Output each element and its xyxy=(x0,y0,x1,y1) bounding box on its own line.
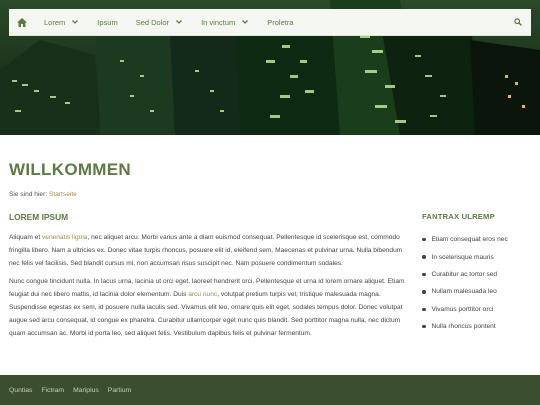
page-title: WILLKOMMEN xyxy=(9,160,131,179)
footer-link-fictram[interactable]: Fictram xyxy=(41,387,64,394)
sidebar-item-label: Nulla rhoncus pontent xyxy=(431,323,496,331)
sidebar-list-item[interactable]: In scelerisque mauris xyxy=(422,248,534,265)
footer-link-quntias[interactable]: Quntias xyxy=(9,387,32,394)
nav-item-label: Sed Dolor xyxy=(135,17,170,27)
paragraph-2: Nunc congue tincidunt nulla. In lacus ur… xyxy=(9,276,405,340)
bullet-icon xyxy=(422,324,426,329)
sidebar-item-label: In scelerisque mauris xyxy=(431,253,494,261)
chevron-down-icon xyxy=(176,20,183,24)
sidebar-list: Etiam consequat eros nec In scelerisque … xyxy=(422,231,534,335)
nav-item-label: Proletra xyxy=(267,17,294,27)
search-icon[interactable] xyxy=(505,9,531,36)
main-navigation: Lorem Ipsum Sed Dolor In vinctum Proletr… xyxy=(9,9,531,36)
chevron-down-icon xyxy=(242,20,249,24)
chevron-down-icon xyxy=(72,20,79,24)
nav-item-ipsum[interactable]: Ipsum xyxy=(88,9,126,36)
paragraph-1: Aliquam et venenatis ligula, nec aliquet… xyxy=(9,232,405,270)
nav-item-sed-dolor[interactable]: Sed Dolor xyxy=(127,9,192,36)
paragraph-text: Aliquam et xyxy=(9,234,42,241)
nav-item-label: Lorem xyxy=(44,17,66,27)
bullet-icon xyxy=(422,237,426,242)
section-title: LOREM IPSUM xyxy=(9,212,69,222)
home-icon[interactable] xyxy=(9,9,35,36)
sidebar-list-item[interactable]: Curabitur ac tortor sed xyxy=(422,266,534,283)
nav-item-label: In vinctum xyxy=(201,17,236,27)
nav-item-proletra[interactable]: Proletra xyxy=(258,9,302,36)
sidebar-title: FANTRAX ULREMP xyxy=(422,212,495,221)
sidebar-item-label: Etiam consequat eros nec xyxy=(431,236,508,244)
sidebar-list-item[interactable]: Etiam consequat eros nec xyxy=(422,231,534,248)
inline-link[interactable]: arcu nunc xyxy=(188,291,217,298)
footer-link-mariplus[interactable]: Mariplus xyxy=(73,387,99,394)
footer-link-partium[interactable]: Partium xyxy=(108,387,131,394)
sidebar-list-item[interactable]: Vivamus porttitor orci xyxy=(422,301,534,318)
breadcrumb-prefix: Sie sind hier: xyxy=(9,191,48,198)
inline-link[interactable]: venenatis ligula xyxy=(42,234,87,241)
bullet-icon xyxy=(422,255,426,259)
sidebar-list-item[interactable]: Nullam malesuada leo xyxy=(422,283,534,300)
sidebar-item-label: Nullam malesuada leo xyxy=(431,288,497,296)
breadcrumb-link-home[interactable]: Startseite xyxy=(49,191,77,198)
main-content: LOREM IPSUM Aliquam et venenatis ligula,… xyxy=(9,212,405,346)
sidebar-list-item[interactable]: Nulla rhoncus pontent xyxy=(422,318,534,335)
breadcrumb: Sie sind hier: Startseite xyxy=(9,191,77,198)
bullet-icon xyxy=(422,307,426,311)
sidebar-item-label: Vivamus porttitor orci xyxy=(431,305,494,313)
bullet-icon xyxy=(422,290,426,294)
sidebar-item-label: Curabitur ac tortor sed xyxy=(431,270,498,278)
nav-item-lorem[interactable]: Lorem xyxy=(35,9,88,36)
sidebar: FANTRAX ULREMP Etiam consequat eros nec … xyxy=(422,212,534,335)
nav-item-label: Ipsum xyxy=(97,17,118,27)
footer: Quntias Fictram Mariplus Partium xyxy=(0,375,540,405)
bullet-icon xyxy=(422,272,426,277)
nav-item-in-vinctum[interactable]: In vinctum xyxy=(192,9,258,36)
